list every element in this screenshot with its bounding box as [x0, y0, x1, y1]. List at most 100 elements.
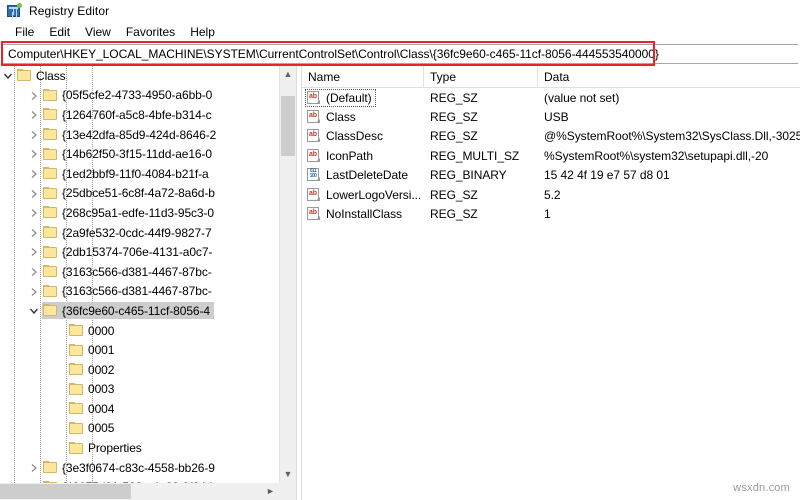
tree-item-8[interactable]: {2a9fe532-0cdc-44f9-9827-7 [0, 223, 278, 243]
tree-item-label: {05f5cfe2-4733-4950-a6bb-0 [62, 88, 213, 103]
tree-vertical-scrollbar[interactable]: ▲ ▼ [279, 66, 296, 483]
tree-item-label: Properties [88, 441, 142, 456]
tree-item-content: {2db15374-706e-4131-a0c7- [42, 244, 216, 261]
value-row[interactable]: ab NoInstallClass REG_SZ 1 [302, 204, 800, 223]
value-name-cell: 011 100 LastDeleteDate [302, 166, 424, 185]
tree-item-label: 0003 [88, 382, 115, 397]
value-data-cell: @%SystemRoot%\System32\SysClass.Dll,-302… [544, 129, 800, 144]
tree-hscroll-thumb[interactable] [0, 484, 131, 499]
tree-item-5[interactable]: {1ed2bbf9-11f0-4084-b21f-a [0, 164, 278, 184]
expand-chevron-right-icon[interactable] [26, 282, 42, 302]
value-row[interactable]: ab IconPath REG_MULTI_SZ %SystemRoot%\syste… [302, 146, 800, 165]
value-data-cell: %SystemRoot%\system32\setupapi.dll,-20 [544, 148, 769, 163]
folder-icon [42, 226, 58, 239]
expand-chevron-right-icon[interactable] [26, 105, 42, 125]
column-header-type[interactable]: Type [424, 66, 538, 87]
column-header-data[interactable]: Data [538, 66, 800, 87]
tree-item-13[interactable]: 0000 [0, 321, 278, 341]
expand-chevron-right-icon[interactable] [26, 223, 42, 243]
value-type-cell: REG_MULTI_SZ [430, 148, 520, 163]
tree-item-label: {3163c566-d381-4467-87bc- [62, 264, 212, 279]
expand-chevron-right-icon[interactable] [26, 262, 42, 282]
tree-leaf-spacer [52, 438, 68, 458]
menu-favorites[interactable]: Favorites [119, 23, 183, 41]
tree-item-2[interactable]: {1264760f-a5c8-4bfe-b314-c [0, 105, 278, 125]
tree-item-label: 0002 [88, 362, 115, 377]
collapse-chevron-down-icon[interactable] [0, 66, 16, 86]
tree-item-7[interactable]: {268c95a1-edfe-11d3-95c3-0 [0, 203, 278, 223]
value-row[interactable]: ab LowerLogoVersi... REG_SZ 5.2 [302, 185, 800, 204]
tree-item-19[interactable]: Properties [0, 438, 278, 458]
expand-chevron-right-icon[interactable] [26, 458, 42, 478]
binary-value-icon: 011 100 [307, 168, 321, 182]
tree-item-15[interactable]: 0002 [0, 360, 278, 380]
tree-item-14[interactable]: 0001 [0, 340, 278, 360]
value-name-cell: ab (Default) [302, 88, 424, 107]
folder-icon [42, 265, 58, 278]
value-name-cell: ab NoInstallClass [302, 204, 424, 223]
tree-item-1[interactable]: {05f5cfe2-4733-4950-a6bb-0 [0, 86, 278, 106]
menu-view[interactable]: View [78, 23, 119, 41]
registry-editor-window: Registry Editor File Edit View Favorites… [0, 0, 800, 500]
tree-item-label: {36fc9e60-c465-11cf-8056-4 [62, 303, 210, 318]
tree-item-0[interactable]: Class [0, 66, 278, 86]
address-bar[interactable]: Computer\HKEY_LOCAL_MACHINE\SYSTEM\Curre… [2, 44, 798, 64]
tree-item-18[interactable]: 0005 [0, 419, 278, 439]
tree-leaf-spacer [52, 321, 68, 341]
expand-chevron-right-icon[interactable] [26, 242, 42, 262]
expand-chevron-right-icon[interactable] [26, 184, 42, 204]
tree-item-content: {36fc9e60-c465-11cf-8056-4 [42, 302, 214, 320]
value-name-inner: ab LowerLogoVersi... [306, 187, 424, 203]
tree-item-3[interactable]: {13e42dfa-85d9-424d-8646-2 [0, 125, 278, 145]
menu-help[interactable]: Help [183, 23, 223, 41]
tree-item-6[interactable]: {25dbce51-6c8f-4a72-8a6d-b [0, 184, 278, 204]
menu-file[interactable]: File [8, 23, 42, 41]
expand-chevron-right-icon[interactable] [26, 125, 42, 145]
value-type-cell: REG_SZ [430, 207, 478, 222]
value-row[interactable]: ab Class REG_SZ USB [302, 107, 800, 126]
tree-scroll-up-button[interactable]: ▲ [280, 66, 296, 83]
folder-icon [68, 324, 84, 337]
tree-item-label: {2db15374-706e-4131-a0c7- [62, 245, 213, 260]
value-row[interactable]: ab ClassDesc REG_SZ @%SystemRoot%\System32\… [302, 127, 800, 146]
tree-item-20[interactable]: {3e3f0674-c83c-4558-bb26-9 [0, 458, 278, 478]
value-data-cell: 1 [544, 207, 551, 222]
tree-item-17[interactable]: 0004 [0, 399, 278, 419]
column-header-name[interactable]: Name [302, 66, 424, 87]
value-row[interactable]: 011 100 LastDeleteDate REG_BINARY 15 42 4f 1… [302, 166, 800, 185]
tree-item-label: {3e3f0674-c83c-4558-bb26-9 [62, 460, 215, 475]
tree-item-content: 0004 [68, 400, 118, 417]
tree-horizontal-scrollbar[interactable]: ► [0, 483, 296, 500]
value-data-cell: 5.2 [544, 187, 561, 202]
tree-item-12[interactable]: {36fc9e60-c465-11cf-8056-4 [0, 301, 278, 321]
value-name-label: (Default) [326, 90, 372, 105]
registry-tree-pane: Class {05f5cfe2-4733-4950-a6bb-0 {1264760f… [0, 66, 296, 500]
expand-chevron-right-icon[interactable] [26, 164, 42, 184]
tree-item-4[interactable]: {14b62f50-3f15-11dd-ae16-0 [0, 144, 278, 164]
string-value-icon: ab [307, 129, 321, 143]
expand-chevron-right-icon[interactable] [26, 203, 42, 223]
expand-chevron-right-icon[interactable] [26, 86, 42, 106]
tree-scroll-thumb[interactable] [281, 96, 295, 156]
content-area: Class {05f5cfe2-4733-4950-a6bb-0 {1264760f… [0, 66, 800, 500]
folder-icon [42, 206, 58, 219]
value-name-inner: ab IconPath [306, 148, 376, 164]
expand-chevron-right-icon[interactable] [26, 144, 42, 164]
collapse-chevron-down-icon[interactable] [26, 301, 42, 321]
values-column-header: Name Type Data [302, 66, 800, 88]
registry-tree[interactable]: Class {05f5cfe2-4733-4950-a6bb-0 {1264760f… [0, 66, 278, 483]
tree-item-content: {2a9fe532-0cdc-44f9-9827-7 [42, 224, 216, 241]
value-name-inner: ab Class [306, 109, 359, 125]
chevron-right-icon: ► [266, 486, 275, 496]
menu-edit[interactable]: Edit [42, 23, 78, 41]
tree-item-10[interactable]: {3163c566-d381-4467-87bc- [0, 262, 278, 282]
tree-scroll-right-button[interactable]: ► [262, 483, 279, 500]
value-row[interactable]: ab (Default) REG_SZ (value not set) [302, 88, 800, 107]
tree-item-label: 0004 [88, 401, 115, 416]
tree-scroll-down-button[interactable]: ▼ [280, 466, 296, 483]
tree-item-11[interactable]: {3163c566-d381-4467-87bc- [0, 282, 278, 302]
tree-item-16[interactable]: 0003 [0, 380, 278, 400]
tree-item-9[interactable]: {2db15374-706e-4131-a0c7- [0, 242, 278, 262]
value-name-cell: ab IconPath [302, 146, 424, 165]
value-name-inner: ab (Default) [305, 88, 376, 107]
